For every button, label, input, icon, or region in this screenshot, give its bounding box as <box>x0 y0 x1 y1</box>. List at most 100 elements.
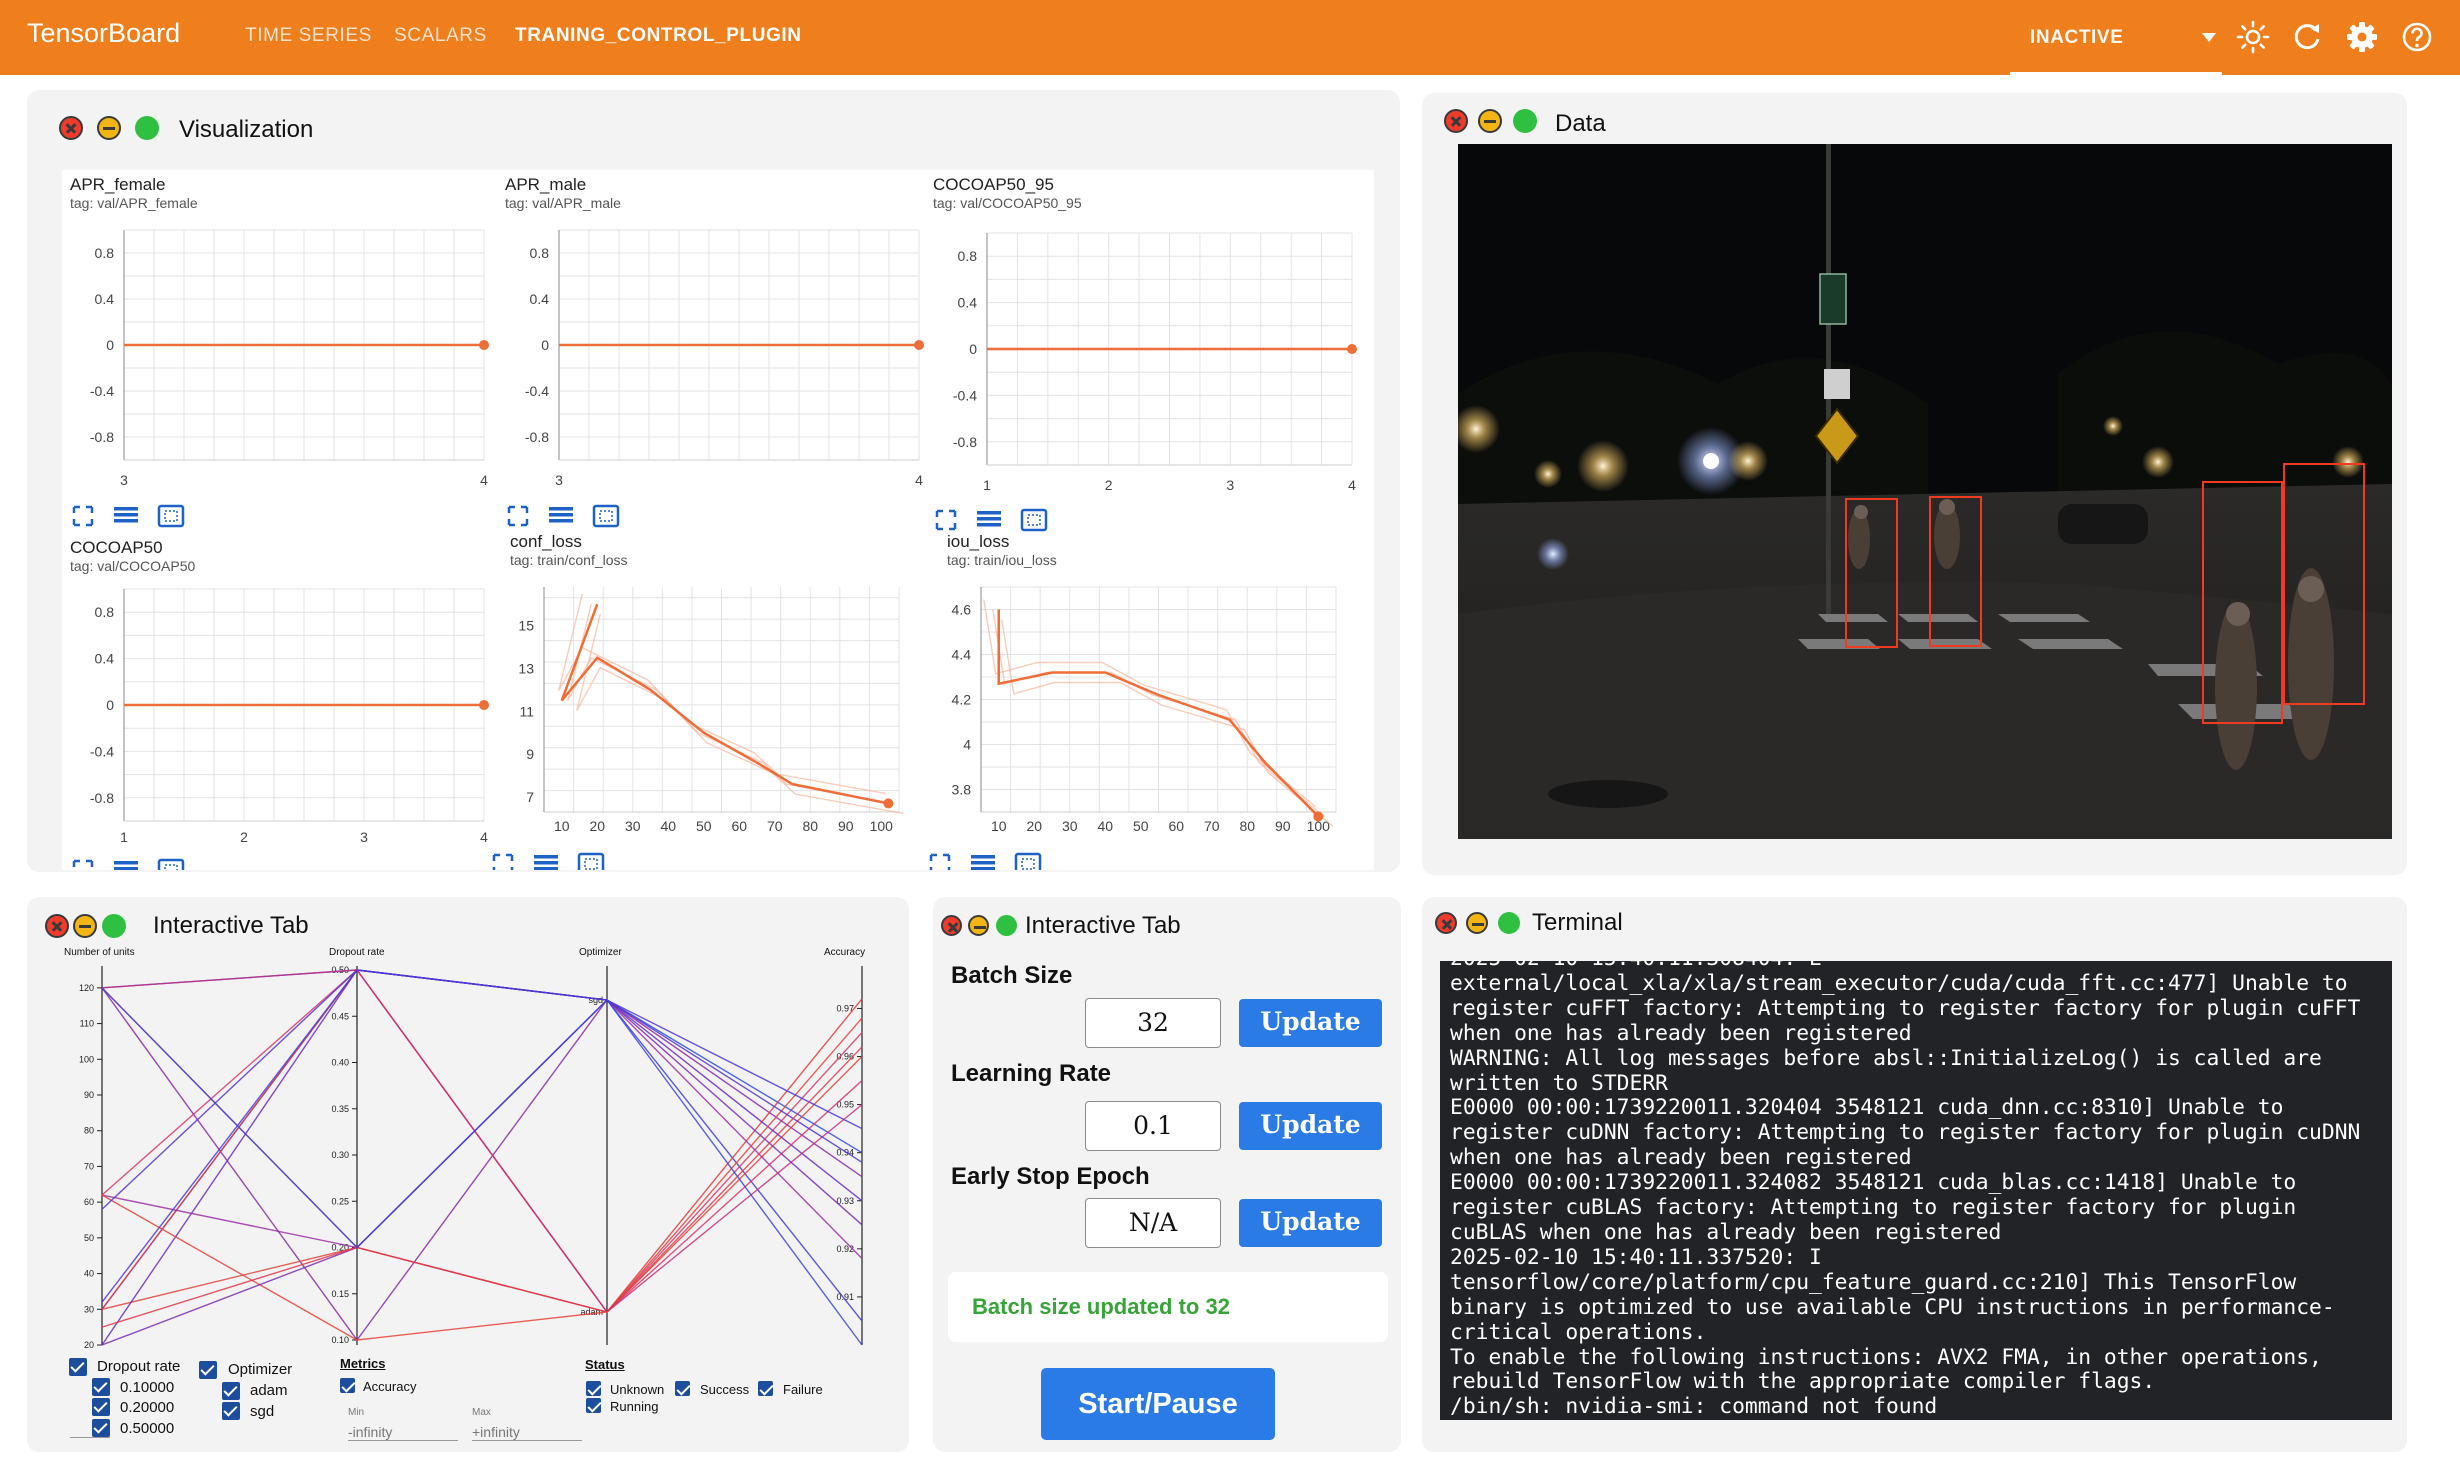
pc-run-line[interactable] <box>101 999 863 1259</box>
status-value: Failure <box>783 1382 823 1397</box>
refresh-icon[interactable] <box>2290 20 2324 54</box>
fullscreen-icon[interactable] <box>935 509 957 531</box>
status-unknown-checkbox[interactable] <box>586 1381 601 1396</box>
last-point-marker[interactable] <box>914 340 924 350</box>
batch-size-update-button[interactable]: Update <box>1239 999 1382 1047</box>
fit-domain-icon[interactable] <box>1020 508 1048 532</box>
fullscreen-icon[interactable] <box>507 505 529 527</box>
tick-label: 0.35 <box>331 1104 349 1114</box>
status-running-checkbox[interactable] <box>586 1398 601 1413</box>
parallel-coordinates-plot[interactable]: Number of units Dropout rate Optimizer Accu… <box>52 940 872 1360</box>
minimize-icon[interactable] <box>73 914 97 938</box>
fullscreen-icon[interactable] <box>72 505 94 527</box>
fit-domain-icon[interactable] <box>592 504 620 528</box>
chevron-down-icon[interactable] <box>2202 33 2216 42</box>
chart-svg[interactable]: 15 13 11 9 7 10 20 30 40 50 60 70 80 90 100 <box>492 532 932 870</box>
fullscreen-icon[interactable] <box>72 859 94 870</box>
pc-run-line[interactable] <box>101 969 863 1314</box>
optimizer-sgd-checkbox[interactable] <box>222 1402 240 1420</box>
brand-logo[interactable]: TensorBoard <box>27 18 180 49</box>
parallel-coordinates-svg[interactable]: Number of units Dropout rate Optimizer Accu… <box>52 940 872 1360</box>
x-tick-label: 90 <box>838 818 854 834</box>
last-point-marker[interactable] <box>1313 811 1324 822</box>
nav-training-control-plugin[interactable]: TRANING_CONTROL_PLUGIN <box>515 25 802 47</box>
minimize-icon[interactable] <box>1466 912 1488 934</box>
fullscreen-icon[interactable] <box>492 853 514 870</box>
max-input[interactable]: +infinity <box>472 1424 582 1441</box>
list-icon[interactable] <box>977 511 1001 527</box>
pc-run-line[interactable] <box>101 987 863 1342</box>
chart-toolbar <box>72 858 185 870</box>
raw-series-line <box>576 613 904 815</box>
close-icon[interactable] <box>941 915 962 936</box>
maximize-icon[interactable] <box>996 915 1017 936</box>
theme-icon[interactable] <box>2236 20 2270 54</box>
optimizer-checkbox[interactable] <box>199 1361 217 1379</box>
chart-svg[interactable]: 0.8 0.4 0 -0.4 -0.8 3 4 <box>62 175 492 535</box>
last-point-marker[interactable] <box>479 700 489 710</box>
list-icon[interactable] <box>549 507 573 523</box>
minimize-icon[interactable] <box>1478 109 1502 133</box>
pc-run-line[interactable] <box>101 999 863 1346</box>
tick-label: 100 <box>79 1054 94 1064</box>
list-icon[interactable] <box>534 855 558 870</box>
chart-svg[interactable]: 0.8 0.4 0 -0.4 -0.8 1 2 3 4 <box>62 538 492 870</box>
batch-size-input[interactable]: 32 <box>1085 998 1221 1048</box>
interactive-plot-title: Interactive Tab <box>153 912 309 939</box>
status-success-checkbox[interactable] <box>675 1381 690 1396</box>
early-stop-input[interactable]: N/A <box>1085 1198 1221 1248</box>
nav-time-series[interactable]: TIME SERIES <box>245 25 372 47</box>
close-icon[interactable] <box>1435 912 1457 934</box>
chart-svg[interactable]: 4.64.44.243.810 20 30 40 50 60 70 80 90 100 <box>929 532 1369 870</box>
fit-domain-icon[interactable] <box>157 504 185 528</box>
optimizer-adam-checkbox[interactable] <box>222 1382 240 1400</box>
x-tick-label: 10 <box>554 818 570 834</box>
last-point-marker[interactable] <box>479 340 489 350</box>
tick-label: 30 <box>84 1304 94 1314</box>
maximize-icon[interactable] <box>1513 109 1537 133</box>
terminal-line: binary is optimized to use available CPU… <box>1450 1294 2335 1320</box>
maximize-icon[interactable] <box>1498 912 1520 934</box>
list-icon[interactable] <box>114 861 138 870</box>
y-tick-label: 13 <box>518 660 534 676</box>
x-tick-label: 4 <box>480 829 488 845</box>
dropout-0.5-checkbox[interactable] <box>92 1419 110 1437</box>
inactive-dropdown[interactable]: INACTIVE <box>2030 27 2123 49</box>
fit-domain-icon[interactable] <box>1014 852 1042 870</box>
list-icon[interactable] <box>971 855 995 870</box>
pc-run-line[interactable] <box>101 969 863 1210</box>
pc-run-line[interactable] <box>101 969 863 1303</box>
chart-svg[interactable]: 0.8 0.4 0 -0.4 -0.8 1 2 3 4 <box>925 175 1357 535</box>
early-stop-update-button[interactable]: Update <box>1239 1199 1382 1247</box>
help-icon[interactable] <box>2400 20 2434 54</box>
dropout-0.1-checkbox[interactable] <box>92 1378 110 1396</box>
maximize-icon[interactable] <box>135 116 159 140</box>
status-failure-checkbox[interactable] <box>758 1381 773 1396</box>
close-icon[interactable] <box>59 116 83 140</box>
minimize-icon[interactable] <box>968 915 989 936</box>
learning-rate-update-button[interactable]: Update <box>1239 1102 1382 1150</box>
y-tick-label: -0.4 <box>90 743 114 759</box>
settings-icon[interactable] <box>2345 20 2379 54</box>
last-point-marker[interactable] <box>883 798 894 809</box>
close-icon[interactable] <box>45 914 69 938</box>
controls-title: Interactive Tab <box>1025 912 1181 939</box>
learning-rate-input[interactable]: 0.1 <box>1085 1101 1221 1151</box>
dropout-rate-checkbox[interactable] <box>69 1358 87 1376</box>
fullscreen-icon[interactable] <box>929 853 951 870</box>
minimize-icon[interactable] <box>97 116 121 140</box>
chart-svg[interactable]: 0.8 0.4 0 -0.4 -0.8 3 4 <box>497 175 927 535</box>
last-point-marker[interactable] <box>1347 344 1357 354</box>
accuracy-checkbox[interactable] <box>340 1378 355 1393</box>
fit-domain-icon[interactable] <box>577 852 605 870</box>
min-input[interactable]: -infinity <box>348 1424 458 1441</box>
close-icon[interactable] <box>1444 109 1468 133</box>
nav-scalars[interactable]: SCALARS <box>394 25 487 47</box>
list-icon[interactable] <box>114 507 138 523</box>
terminal-output[interactable]: 2025-02-10 15:40:11.308404: Eexternal/lo… <box>1440 961 2392 1420</box>
start-pause-button[interactable]: Start/Pause <box>1041 1368 1275 1440</box>
maximize-icon[interactable] <box>102 914 126 938</box>
x-tick-label: 90 <box>1275 818 1291 834</box>
dropout-0.2-checkbox[interactable] <box>92 1398 110 1416</box>
fit-domain-icon[interactable] <box>157 858 185 870</box>
